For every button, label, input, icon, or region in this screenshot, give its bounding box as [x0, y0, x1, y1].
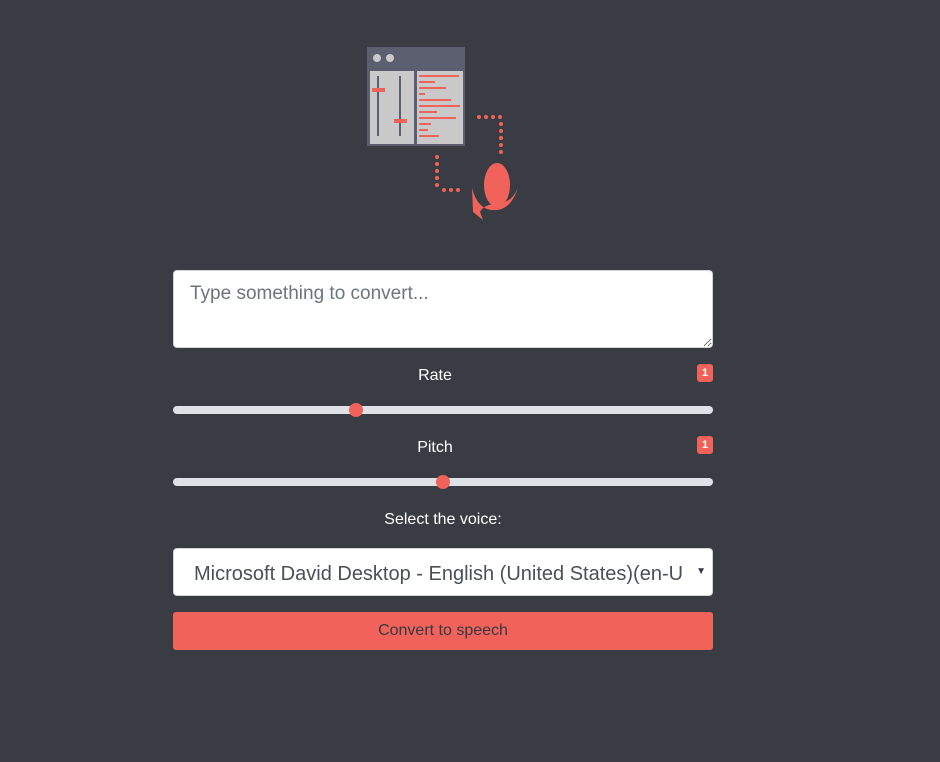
rate-value-badge: 1 [697, 364, 713, 382]
pitch-slider[interactable] [173, 472, 713, 492]
rate-slider[interactable] [173, 400, 713, 420]
text-to-speech-icon [367, 47, 520, 220]
pitch-value-badge: 1 [697, 436, 713, 454]
pitch-slider-thumb[interactable] [436, 475, 450, 489]
rate-slider-thumb[interactable] [349, 403, 364, 417]
dropdown-arrow-icon: ▼ [696, 566, 706, 577]
text-to-convert-input[interactable] [173, 270, 713, 348]
voice-select-label: Select the voice: [384, 511, 502, 528]
rate-slider-track[interactable] [173, 406, 713, 414]
pitch-label: Pitch [417, 439, 453, 456]
voice-selected-value: Microsoft David Desktop - English (Unite… [194, 563, 682, 585]
rate-label: Rate [418, 367, 452, 384]
voice-select[interactable]: Microsoft David Desktop - English (Unite… [173, 548, 713, 596]
convert-to-speech-button[interactable]: Convert to speech [173, 612, 713, 650]
